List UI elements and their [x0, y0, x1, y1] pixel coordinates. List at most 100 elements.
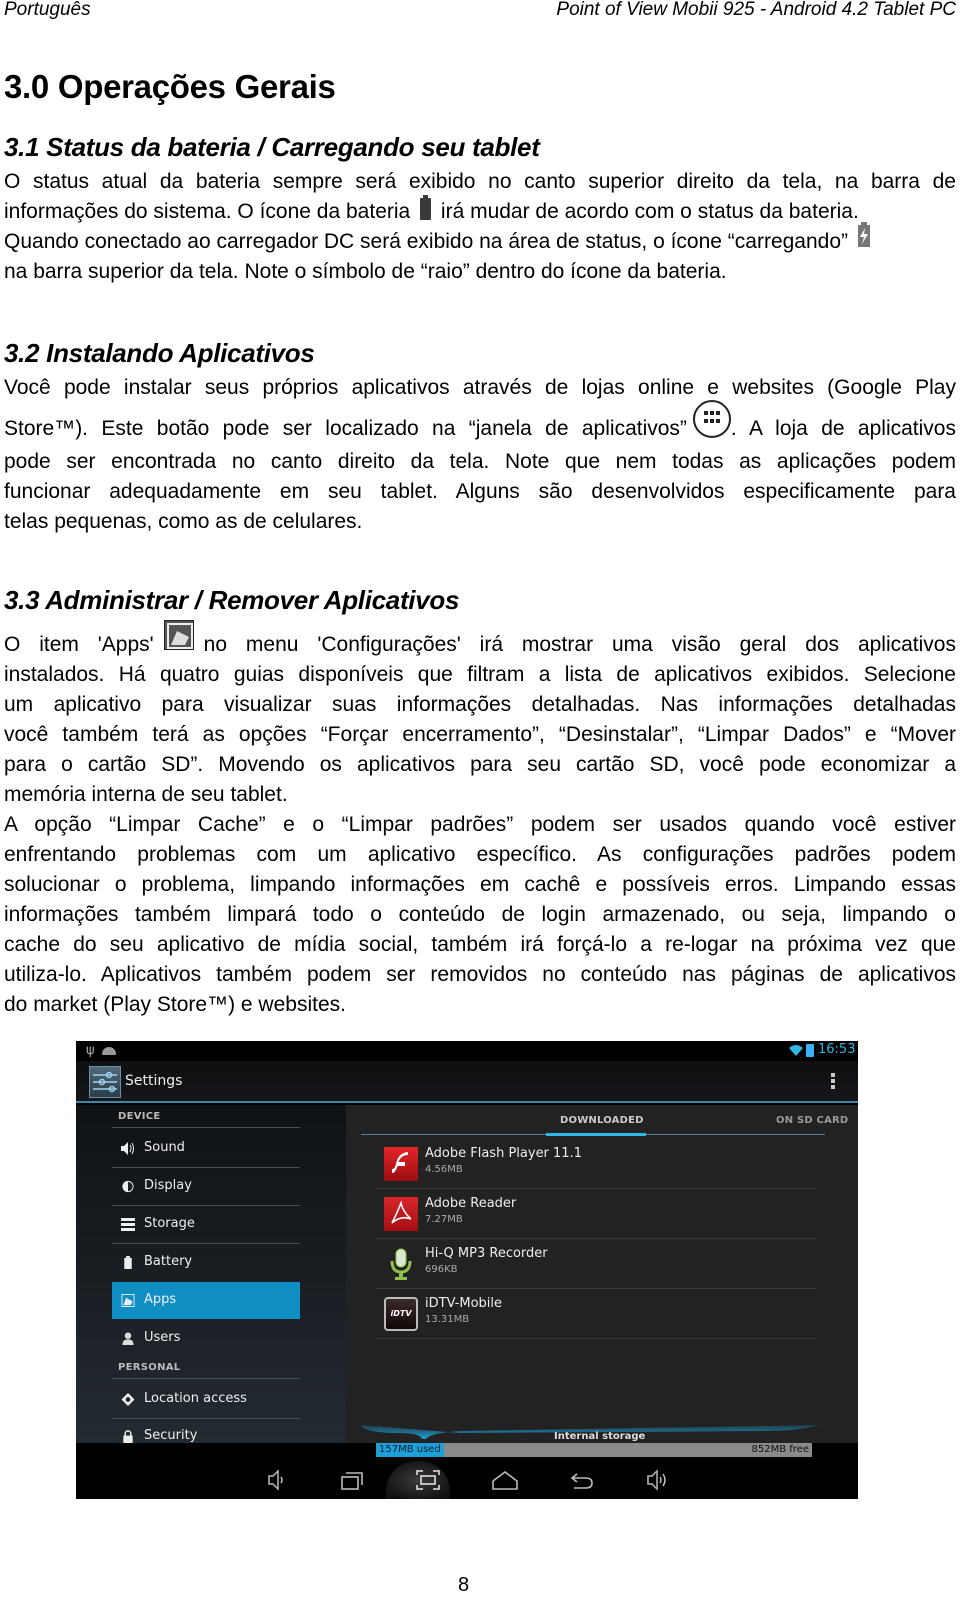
tablet-screenshot: ψ 16:53 Settings DEVICE Sound Display St…	[76, 1041, 858, 1499]
action-bar-title: Settings	[125, 1073, 183, 1089]
status-time: 16:53	[818, 1042, 856, 1057]
section-title-3-3: 3.3 Administrar / Remover Aplicativos	[4, 585, 460, 615]
tab-indicator	[546, 1133, 646, 1136]
recent-apps-icon[interactable]	[336, 1467, 366, 1493]
storage-bar: 157MB used 852MB free	[376, 1443, 812, 1457]
text-line: um aplicativo para visualizar suas infor…	[4, 693, 956, 716]
sidebar-item-label: Security	[144, 1428, 198, 1443]
text-line: instalados. Há quatro guias disponíveis …	[4, 663, 956, 686]
idtv-icon: iDTV	[384, 1297, 418, 1331]
sidebar-item-apps[interactable]: Apps	[112, 1282, 300, 1319]
apps-icon	[121, 1294, 135, 1307]
text-line: para o cartão SD”. Movendo os aplicativo…	[4, 753, 956, 776]
sidebar-item-location-access[interactable]: Location access	[112, 1381, 300, 1418]
overflow-menu-icon[interactable]	[831, 1073, 835, 1090]
sidebar-item-label: Location access	[144, 1391, 247, 1406]
text-line: O item 'Apps' no menu 'Configurações' irá…	[4, 620, 956, 660]
wifi-icon	[789, 1045, 803, 1056]
sidebar-item-sound[interactable]: Sound	[112, 1130, 300, 1167]
apps-panel: DOWNLOADED ON SD CARD Adobe Flash Player…	[346, 1105, 858, 1443]
battery-charging-icon	[806, 1044, 814, 1057]
text-fragment: informações do sistema. O ícone da bater…	[4, 200, 411, 223]
text-line: do market (Play Store™) e websites.	[4, 993, 346, 1016]
page-header: Português Point of View Mobii 925 - Andr…	[0, 0, 960, 24]
text-line: utiliza-lo. Aplicativos também podem ser…	[4, 963, 956, 986]
home-icon[interactable]	[490, 1467, 520, 1493]
app-list-item[interactable]: Adobe Flash Player 11.1 4.56MB	[376, 1139, 816, 1189]
app-list-item[interactable]: iDTV iDTV-Mobile 13.31MB	[376, 1289, 816, 1339]
sidebar-item-label: Storage	[144, 1216, 195, 1231]
category-personal: PERSONAL	[118, 1362, 181, 1373]
text-line: cache do seu aplicativo de mídia social,…	[4, 933, 956, 956]
text-line: enfrentando problemas com um aplicativo …	[4, 843, 956, 866]
section-3-3-body: O item 'Apps' no menu 'Configurações' irá…	[4, 620, 956, 1020]
text-line: informações do sistema. O ícone da bater…	[4, 195, 956, 227]
battery-charging-icon	[857, 222, 870, 248]
sidebar-item-battery[interactable]: Battery	[112, 1244, 300, 1281]
app-size: 696KB	[425, 1264, 458, 1275]
screenshot-icon[interactable]	[413, 1467, 443, 1493]
sidebar-item-label: Apps	[144, 1292, 177, 1307]
android-debug-icon	[102, 1047, 116, 1055]
text-line: pode ser encontrada no canto direito da …	[4, 450, 956, 473]
sidebar-item-storage[interactable]: Storage	[112, 1206, 300, 1243]
header-language: Português	[4, 0, 91, 20]
volume-down-icon[interactable]	[261, 1467, 291, 1493]
text-line: na barra superior da tela. Note o símbol…	[4, 260, 727, 283]
action-bar: Settings	[76, 1061, 858, 1103]
sidebar-item-label: Sound	[144, 1140, 185, 1155]
app-size: 13.31MB	[425, 1314, 470, 1325]
svg-text:iDTV: iDTV	[390, 1309, 412, 1318]
divider	[376, 1338, 816, 1339]
sidebar-item-label: Display	[144, 1178, 192, 1193]
microphone-icon	[384, 1247, 418, 1281]
app-name: iDTV-Mobile	[425, 1296, 503, 1311]
chapter-title: 3.0 Operações Gerais	[4, 68, 336, 105]
battery-icon	[124, 1256, 132, 1269]
section-3-1-body: O status atual da bateria sempre será ex…	[4, 167, 956, 287]
storage-icon	[121, 1218, 135, 1231]
app-size: 7.27MB	[425, 1214, 463, 1225]
navigation-bar	[76, 1461, 858, 1499]
volume-up-icon[interactable]	[642, 1467, 672, 1493]
tab-on-sd-card[interactable]: ON SD CARD	[776, 1115, 848, 1126]
app-list-item[interactable]: Adobe Reader 7.27MB	[376, 1189, 816, 1239]
sidebar-item-security[interactable]: Security	[112, 1418, 300, 1455]
text-line: O status atual da bateria sempre será ex…	[4, 170, 956, 193]
app-list-item[interactable]: Hi-Q MP3 Recorder 696KB	[376, 1239, 816, 1289]
text-line: funcionar adequadamente em seu tablet. A…	[4, 480, 956, 503]
text-line: informações também limpará todo o conteú…	[4, 903, 956, 926]
sidebar-item-users[interactable]: Users	[112, 1320, 300, 1357]
usb-icon: ψ	[86, 1043, 95, 1058]
storage-used-text: 157MB used	[379, 1444, 441, 1455]
text-line: Quando conectado ao carregador DC será e…	[4, 222, 956, 257]
text-line: memória interna de seu tablet.	[4, 783, 288, 806]
section-title-3-1: 3.1 Status da bateria / Carregando seu t…	[4, 132, 540, 162]
adobe-reader-icon	[384, 1197, 418, 1231]
category-device: DEVICE	[118, 1111, 161, 1122]
back-icon[interactable]	[567, 1467, 597, 1493]
text-fragment: no menu 'Configurações' irá mostrar uma …	[203, 633, 956, 656]
text-line: Store™). Este botão pode ser localizado …	[4, 400, 956, 447]
location-icon	[121, 1393, 135, 1406]
app-name: Adobe Flash Player 11.1	[425, 1146, 582, 1161]
section-title-3-2: 3.2 Instalando Aplicativos	[4, 338, 315, 368]
text-line: A opção “Limpar Cache” e o “Limpar padrõ…	[4, 813, 956, 836]
text-line: você também terá as opções “Forçar encer…	[4, 723, 956, 746]
header-document-title: Point of View Mobii 925 - Android 4.2 Ta…	[556, 0, 956, 20]
display-icon	[122, 1180, 134, 1193]
text-fragment: irá mudar de acordo com o status da bate…	[440, 200, 859, 223]
app-size: 4.56MB	[425, 1164, 463, 1175]
sidebar-item-display[interactable]: Display	[112, 1168, 300, 1205]
lock-icon	[123, 1430, 133, 1443]
settings-icon[interactable]	[89, 1066, 121, 1098]
text-fragment: . A loja de aplicativos	[730, 417, 956, 440]
tab-downloaded[interactable]: DOWNLOADED	[560, 1115, 644, 1126]
users-icon	[122, 1332, 134, 1345]
apps-settings-icon	[163, 620, 194, 651]
page-number: 8	[458, 1574, 470, 1596]
text-line: solucionar o problema, limpando informaç…	[4, 873, 956, 896]
text-fragment: O item 'Apps'	[4, 633, 154, 656]
storage-label: Internal storage	[554, 1431, 646, 1442]
sidebar-item-label: Battery	[144, 1254, 193, 1269]
